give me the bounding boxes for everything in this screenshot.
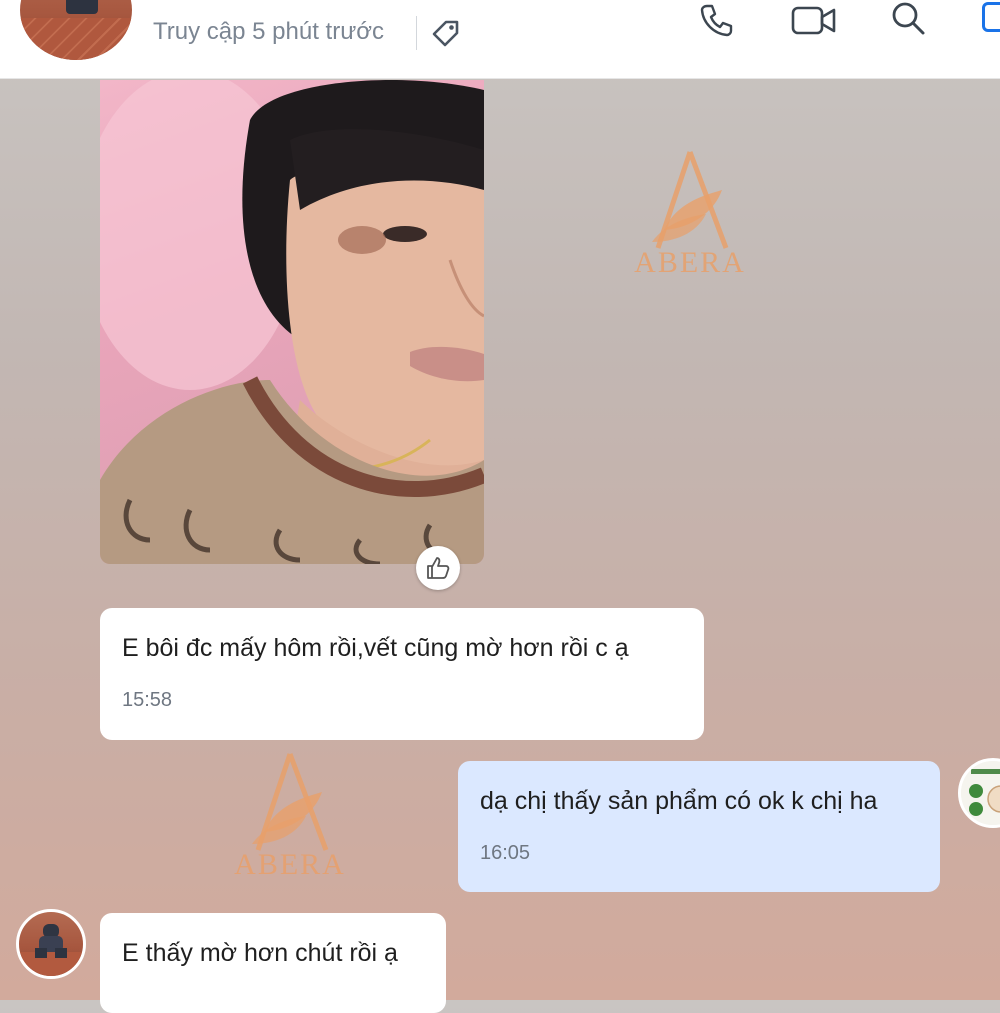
message-text: E thấy mờ hơn chút rồi ạ [122, 939, 398, 967]
message-text: dạ chị thấy sản phẩm có ok k chị ha [480, 787, 878, 815]
avatar-photo [19, 924, 83, 976]
watermark-text: ABERA [234, 848, 346, 881]
message-time: 15:58 [122, 689, 173, 711]
shop-avatar[interactable] [958, 758, 1000, 828]
avatar-person [66, 0, 98, 14]
avatar-floor-tiles [20, 18, 132, 60]
photo-content [100, 80, 484, 564]
contact-avatar[interactable] [20, 0, 132, 60]
brand-watermark: ABERA [630, 150, 750, 280]
sidebar-toggle-icon[interactable] [982, 2, 1000, 32]
tag-icon[interactable] [428, 16, 464, 52]
watermark-logo-icon [652, 151, 729, 249]
video-call-icon[interactable] [788, 0, 840, 40]
thumbs-up-icon[interactable] [416, 546, 460, 590]
incoming-message[interactable]: E bôi đc mấy hôm rồi,vết cũng mờ hơn rồi… [100, 608, 704, 740]
search-icon[interactable] [886, 0, 930, 40]
incoming-message[interactable]: E thấy mờ hơn chút rồi ạ [100, 913, 446, 1013]
last-seen-status: Truy cập 5 phút trước [153, 18, 384, 45]
contact-avatar[interactable] [16, 909, 86, 979]
chat-header: Truy cập 5 phút trước [0, 0, 1000, 79]
outgoing-message[interactable]: dạ chị thấy sản phẩm có ok k chị ha 16:0… [458, 761, 940, 892]
message-text: E bôi đc mấy hôm rồi,vết cũng mờ hơn rồi… [122, 634, 629, 662]
watermark-text: ABERA [634, 246, 746, 279]
shop-logo-icon [961, 761, 1000, 825]
watermark-logo-icon [252, 753, 329, 851]
header-divider [416, 16, 417, 50]
brand-watermark: ABERA [230, 752, 350, 882]
message-time: 16:05 [480, 842, 531, 864]
phone-icon[interactable] [694, 0, 738, 40]
photo-message[interactable] [100, 80, 484, 564]
